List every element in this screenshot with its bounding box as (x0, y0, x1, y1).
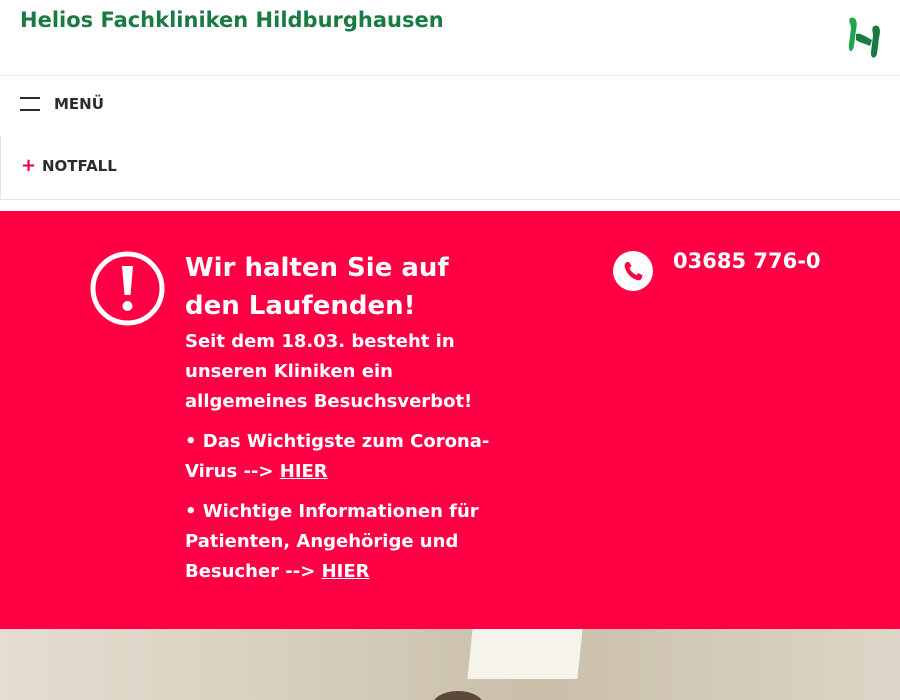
hero-image (0, 629, 900, 700)
ceiling-light (467, 629, 583, 679)
visitor-info-link[interactable]: HIER (322, 561, 370, 582)
alert-bullet-text: • Das Wichtigste zum Corona-Virus --> (185, 431, 490, 482)
alert-bullet: • Das Wichtigste zum Corona-Virus --> HI… (185, 427, 495, 487)
menu-bar: MENÜ (0, 76, 900, 136)
corona-info-link[interactable]: HIER (280, 461, 328, 482)
exclamation-icon (90, 251, 165, 326)
helios-logo-icon[interactable] (846, 14, 882, 62)
emergency-button[interactable]: NOTFALL (42, 157, 117, 175)
site-header: Helios Fachkliniken Hildburghausen (0, 0, 900, 76)
phone-icon[interactable] (613, 251, 653, 291)
plus-icon: + (21, 155, 37, 176)
alert-body: Seit dem 18.03. besteht in unseren Klini… (185, 327, 495, 597)
alert-heading: Wir halten Sie auf den Laufenden! (185, 253, 449, 321)
alert-bullet: • Wichtige Informationen für Patienten, … (185, 497, 495, 587)
phone-number[interactable]: 03685 776-0 (673, 249, 821, 273)
menu-button[interactable]: MENÜ (54, 95, 104, 113)
hamburger-icon[interactable] (20, 97, 40, 111)
corona-alert-banner: Wir halten Sie auf den Laufenden! Seit d… (0, 211, 900, 629)
emergency-bar: + NOTFALL (0, 136, 900, 200)
site-title[interactable]: Helios Fachkliniken Hildburghausen (20, 8, 444, 32)
person-head (432, 691, 484, 700)
alert-intro: Seit dem 18.03. besteht in unseren Klini… (185, 331, 473, 412)
